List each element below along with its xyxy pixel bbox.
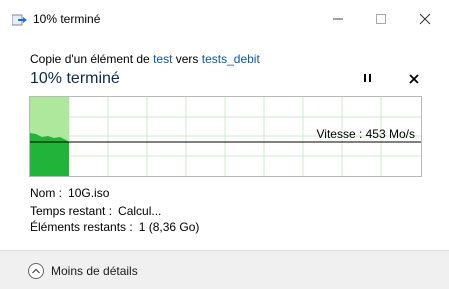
- detail-time-remaining: Temps restant : Calcul...: [30, 204, 161, 218]
- close-icon: [409, 74, 419, 84]
- throughput-area: [30, 133, 69, 176]
- less-details-label: Moins de détails: [51, 264, 138, 278]
- items-label: Éléments restants :: [30, 220, 133, 234]
- time-label: Temps restant :: [30, 204, 113, 218]
- close-window-button[interactable]: [410, 8, 440, 30]
- close-icon: [419, 13, 431, 25]
- pause-button[interactable]: [358, 70, 378, 88]
- window-title: 10% terminé: [33, 12, 101, 26]
- pause-icon-bar-left: [364, 74, 366, 82]
- copy-connector: vers: [175, 52, 199, 66]
- maximize-icon: [376, 14, 386, 24]
- cancel-copy-button[interactable]: [405, 70, 423, 88]
- speed-label: Vitesse : 453 Mo/s: [316, 127, 416, 141]
- detail-name: Nom : 10G.iso: [30, 186, 109, 200]
- items-value: 1 (8,36 Go): [138, 220, 200, 234]
- progress-title: 10% terminé: [30, 70, 120, 87]
- copy-arrow-icon: [11, 13, 28, 26]
- less-details-button[interactable]: Moins de détails: [28, 261, 138, 281]
- source-link[interactable]: test: [153, 52, 172, 66]
- throughput-graph: Vitesse : 453 Mo/s: [29, 96, 422, 177]
- pause-icon-bar-right: [369, 74, 371, 82]
- title-bar: 10% terminé: [0, 0, 449, 38]
- time-value: Calcul...: [118, 204, 162, 218]
- footer: Moins de détails: [0, 250, 449, 289]
- name-value: 10G.iso: [68, 186, 110, 200]
- destination-link[interactable]: tests_debit: [202, 52, 260, 66]
- name-label: Nom :: [30, 186, 63, 200]
- minimize-button[interactable]: [323, 8, 353, 30]
- copy-description: Copie d'un élément de test vers tests_de…: [30, 52, 260, 66]
- minimize-icon: [333, 18, 343, 20]
- chevron-up-icon: [28, 263, 44, 279]
- detail-items-remaining: Éléments restants : 1 (8,36 Go): [30, 220, 199, 234]
- maximize-button[interactable]: [366, 8, 396, 30]
- copy-prefix: Copie d'un élément de: [30, 52, 150, 66]
